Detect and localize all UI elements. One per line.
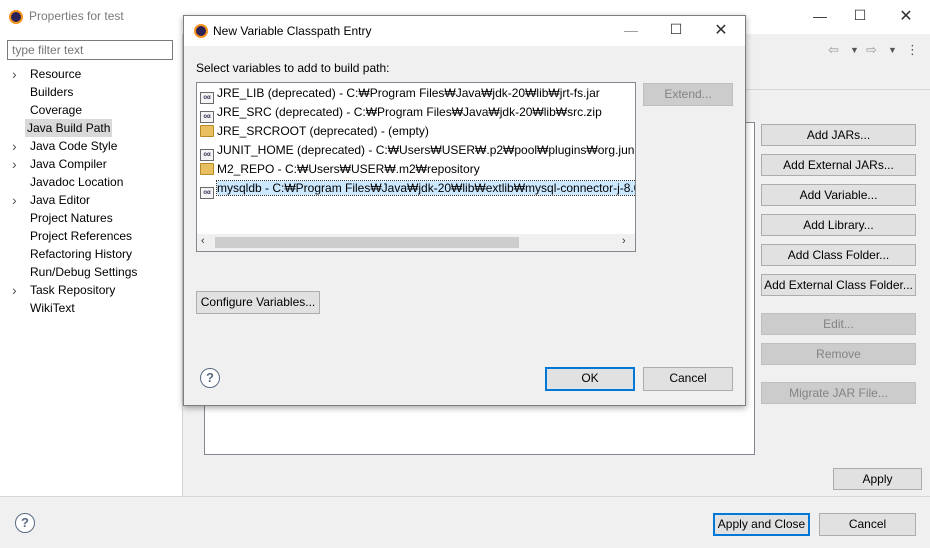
remove-button[interactable]: Remove xyxy=(761,343,916,365)
tree-item[interactable]: Project Natures xyxy=(28,209,115,227)
eclipse-logo-icon xyxy=(194,24,208,38)
variable-label: JRE_SRCROOT (deprecated) - (empty) xyxy=(217,124,429,138)
variable-label: M2_REPO - C:₩Users₩USER₩.m2₩repository xyxy=(217,162,480,176)
eclipse-logo-icon xyxy=(9,10,23,24)
dialog-title: New Variable Classpath Entry xyxy=(213,24,372,38)
page-nav-toolbar: ⇦ ▼ ⇨ ▼ ⋮ xyxy=(826,42,926,60)
apply-and-close-button[interactable]: Apply and Close xyxy=(713,513,810,536)
add-class-folder-button[interactable]: Add Class Folder... xyxy=(761,244,916,266)
tree-item[interactable]: Builders xyxy=(28,83,75,101)
dialog-help-icon[interactable]: ? xyxy=(200,368,220,388)
new-variable-dialog: New Variable Classpath Entry — ☐ ✕ Selec… xyxy=(183,15,746,406)
back-arrow-icon[interactable]: ⇦ xyxy=(828,42,839,58)
tree-item[interactable]: Java Compiler xyxy=(28,155,109,173)
configure-variables-button[interactable]: Configure Variables... xyxy=(196,291,320,314)
add-external-jars-button[interactable]: Add External JARs... xyxy=(761,154,916,176)
help-icon[interactable]: ? xyxy=(15,513,35,533)
variable-label: mysqldb - C:₩Program Files₩Java₩jdk-20₩l… xyxy=(215,180,635,196)
add-external-class-folder-button[interactable]: Add External Class Folder... xyxy=(761,274,916,296)
variables-list[interactable]: οα JRE_LIB (deprecated) - C:₩Program File… xyxy=(196,82,636,252)
tree-expand-chevron-icon[interactable]: › xyxy=(12,155,17,173)
apply-button[interactable]: Apply xyxy=(833,468,922,490)
minimize-icon[interactable]: — xyxy=(810,8,830,24)
tree-expand-chevron-icon[interactable]: › xyxy=(12,137,17,155)
edit-button[interactable]: Edit... xyxy=(761,313,916,335)
variable-jar-icon: οα xyxy=(200,187,214,199)
tree-item[interactable]: Run/Debug Settings xyxy=(28,263,139,281)
migrate-jar-button[interactable]: Migrate JAR File... xyxy=(761,382,916,404)
variable-row[interactable]: οα JRE_SRC (deprecated) - C:₩Program File… xyxy=(200,103,602,123)
variable-row[interactable]: M2_REPO - C:₩Users₩USER₩.m2₩repository xyxy=(200,160,480,179)
horizontal-scrollbar[interactable]: ‹ › xyxy=(197,234,635,251)
variable-label: JRE_LIB (deprecated) - C:₩Program Files₩… xyxy=(217,86,600,100)
tree-expand-chevron-icon[interactable]: › xyxy=(12,281,17,299)
tree-item[interactable]: Java Editor xyxy=(28,191,92,209)
folder-icon xyxy=(200,125,214,137)
folder-icon xyxy=(200,163,214,175)
scroll-right-icon[interactable]: › xyxy=(622,235,626,247)
forward-menu-chevron-icon[interactable]: ▼ xyxy=(888,45,897,55)
tree-expand-chevron-icon[interactable]: › xyxy=(12,191,17,209)
tree-item[interactable]: Java Build Path xyxy=(25,119,113,137)
tree-item[interactable]: Resource xyxy=(28,65,83,83)
scroll-thumb[interactable] xyxy=(215,237,519,248)
tree-item[interactable]: Javadoc Location xyxy=(28,173,125,191)
tree-item[interactable]: Java Code Style xyxy=(28,137,119,155)
tree-expand-chevron-icon[interactable]: › xyxy=(12,65,17,83)
variable-row[interactable]: JRE_SRCROOT (deprecated) - (empty) xyxy=(200,122,429,141)
tree-item[interactable]: WikiText xyxy=(28,299,77,317)
close-icon[interactable]: ✕ xyxy=(896,6,916,26)
variable-row[interactable]: οα JRE_LIB (deprecated) - C:₩Program File… xyxy=(200,84,600,104)
tree-item[interactable]: Project References xyxy=(28,227,134,245)
variable-row[interactable]: οα mysqldb - C:₩Program Files₩Java₩jdk-20… xyxy=(200,179,635,199)
forward-arrow-icon[interactable]: ⇨ xyxy=(866,42,877,58)
add-variable-button[interactable]: Add Variable... xyxy=(761,184,916,206)
scroll-left-icon[interactable]: ‹ xyxy=(201,235,205,247)
variable-label: JUNIT_HOME (deprecated) - C:₩Users₩USER₩… xyxy=(217,143,636,157)
add-library-button[interactable]: Add Library... xyxy=(761,214,916,236)
variable-row[interactable]: οα JUNIT_HOME (deprecated) - C:₩Users₩USE… xyxy=(200,141,636,161)
tree-item[interactable]: Task Repository xyxy=(28,281,117,299)
extend-button[interactable]: Extend... xyxy=(643,83,733,106)
filter-input[interactable] xyxy=(7,40,173,60)
view-menu-icon[interactable]: ⋮ xyxy=(906,42,919,58)
window-title: Properties for test xyxy=(29,9,124,23)
add-jars-button[interactable]: Add JARs... xyxy=(761,124,916,146)
dialog-minimize-icon[interactable]: — xyxy=(621,22,641,38)
dialog-maximize-icon[interactable]: ☐ xyxy=(666,21,686,38)
dialog-cancel-button[interactable]: Cancel xyxy=(643,367,733,391)
back-menu-chevron-icon[interactable]: ▼ xyxy=(850,45,859,55)
tree-item[interactable]: Refactoring History xyxy=(28,245,134,263)
dialog-close-icon[interactable]: ✕ xyxy=(711,20,731,40)
tree-item[interactable]: Coverage xyxy=(28,101,84,119)
dialog-titlebar: New Variable Classpath Entry — ☐ ✕ xyxy=(184,16,745,46)
instruction-label: Select variables to add to build path: xyxy=(196,61,390,75)
cancel-button[interactable]: Cancel xyxy=(819,513,916,536)
ok-button[interactable]: OK xyxy=(545,367,635,391)
variable-label: JRE_SRC (deprecated) - C:₩Program Files₩… xyxy=(217,105,602,119)
maximize-icon[interactable]: ☐ xyxy=(850,7,870,24)
